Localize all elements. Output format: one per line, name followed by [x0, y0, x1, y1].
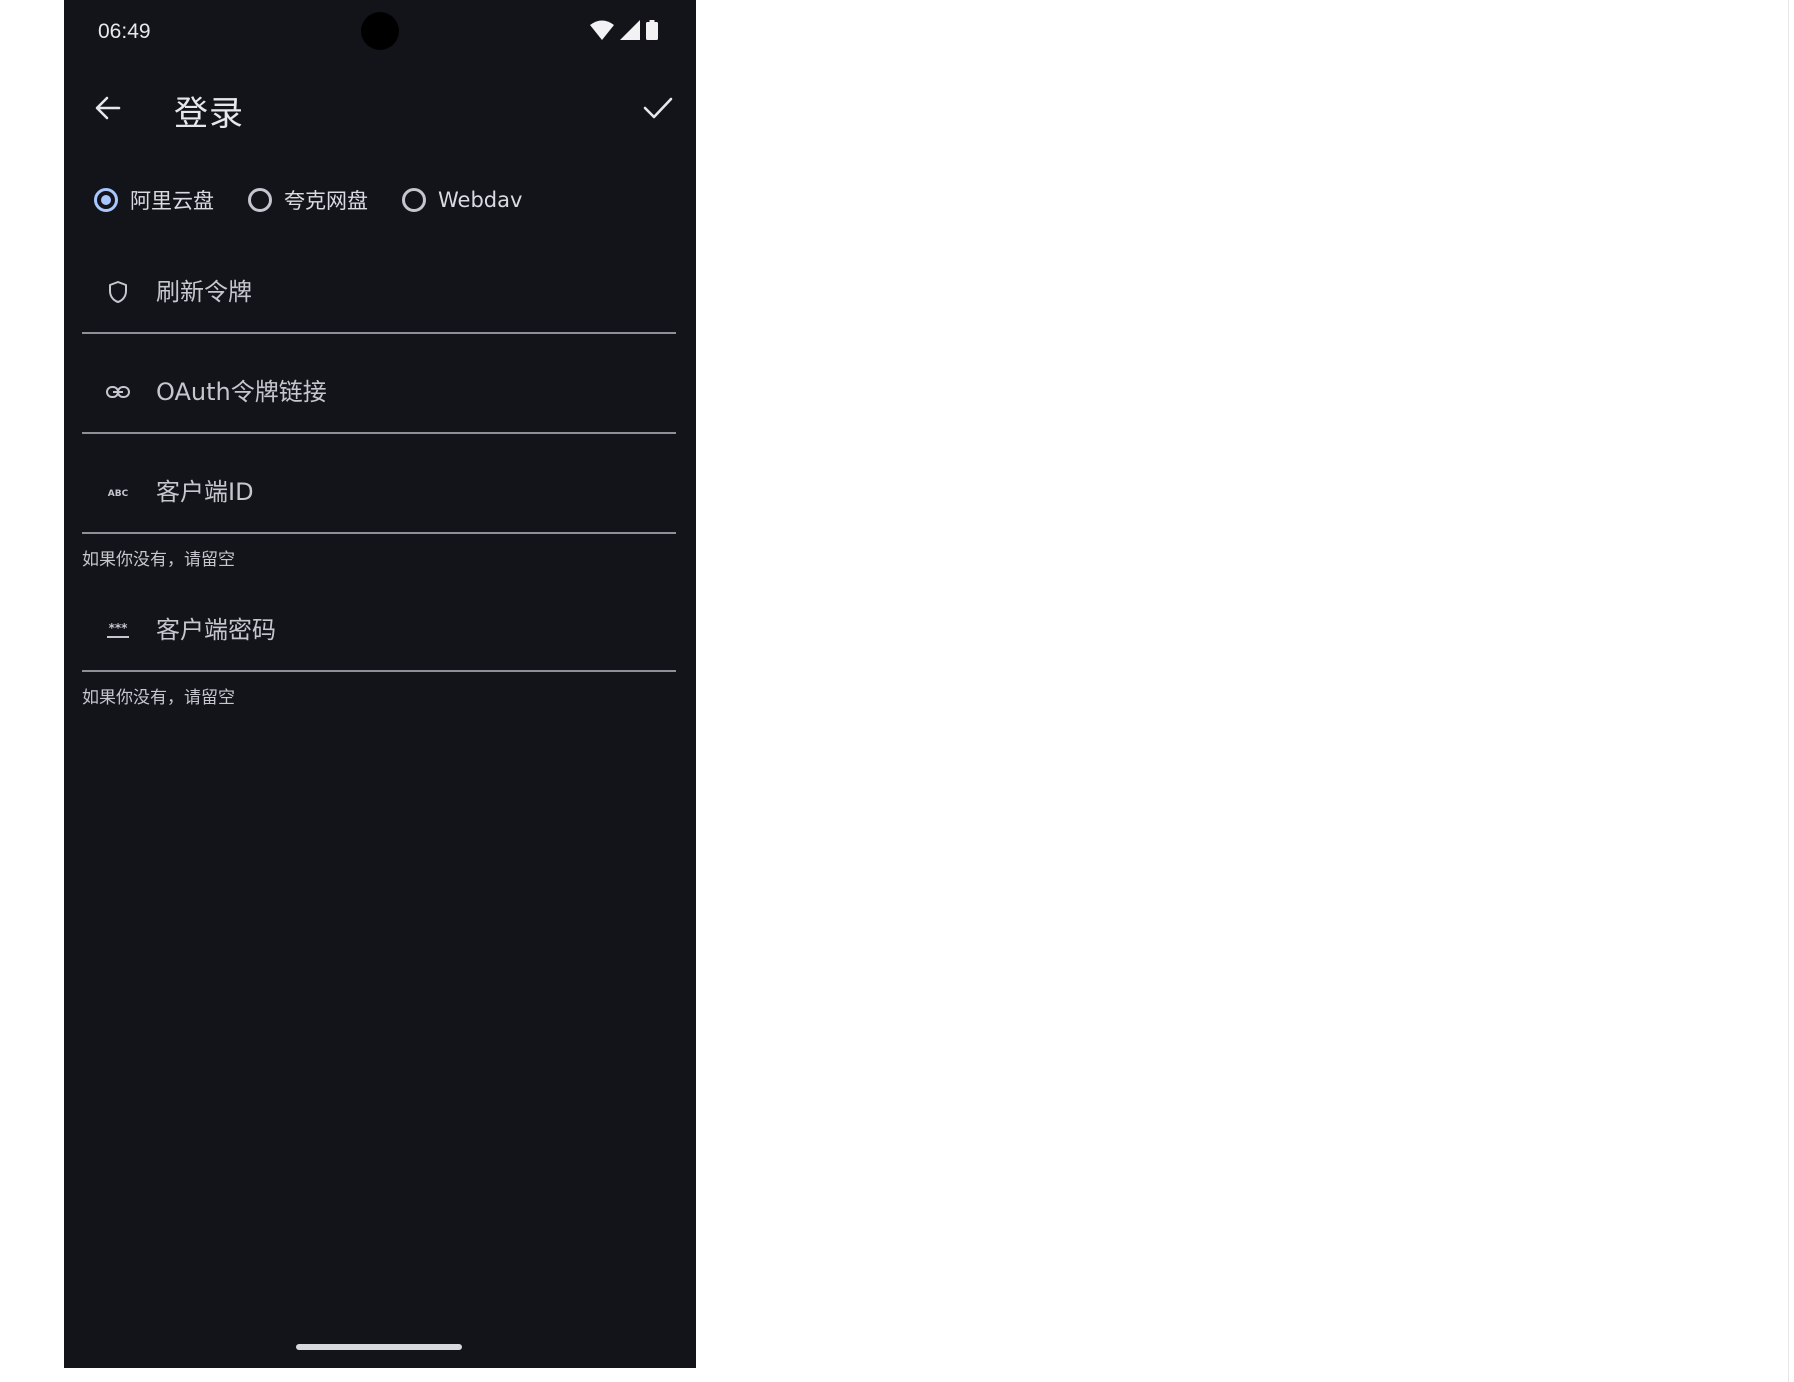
- check-icon: [643, 97, 673, 119]
- cell-signal-icon: [620, 20, 640, 40]
- client-secret-input[interactable]: [156, 608, 656, 652]
- refresh-token-input[interactable]: [156, 270, 656, 314]
- arrow-left-icon: [95, 96, 121, 120]
- link-icon: [104, 378, 132, 406]
- radio-option-quark[interactable]: 夸克网盘: [238, 185, 368, 215]
- home-indicator[interactable]: [296, 1344, 462, 1350]
- page-title: 登录: [174, 94, 244, 134]
- svg-text:***: ***: [109, 621, 129, 635]
- client-secret-field: ***: [82, 590, 676, 672]
- page-edge-line: [1788, 0, 1789, 1382]
- abc-icon: ABC: [104, 478, 132, 506]
- radio-option-webdav[interactable]: Webdav: [392, 188, 522, 212]
- oauth-link-field: [82, 352, 676, 434]
- radio-label: 阿里云盘: [130, 189, 214, 213]
- radio-label: 夸克网盘: [284, 189, 368, 213]
- radio-button[interactable]: [402, 188, 426, 212]
- radio-label: Webdav: [438, 188, 523, 212]
- client-id-field: ABC: [82, 452, 676, 534]
- app-bar: 登录: [64, 64, 696, 152]
- back-button[interactable]: [84, 84, 132, 132]
- radio-option-aliyun[interactable]: 阿里云盘: [84, 185, 214, 215]
- front-camera-cutout: [361, 12, 399, 50]
- client-id-helper-text: 如果你没有，请留空: [82, 550, 235, 570]
- radio-button[interactable]: [248, 188, 272, 212]
- login-type-radio-group: 阿里云盘 夸克网盘 Webdav: [84, 172, 546, 228]
- password-icon: ***: [104, 616, 132, 644]
- oauth-link-input[interactable]: [156, 370, 656, 414]
- svg-text:ABC: ABC: [108, 489, 129, 499]
- status-icons: [590, 20, 658, 40]
- refresh-token-field: [82, 252, 676, 334]
- status-bar: 06:49: [64, 0, 696, 64]
- shield-icon: [104, 278, 132, 306]
- status-time: 06:49: [98, 20, 151, 43]
- wifi-icon: [590, 20, 614, 40]
- confirm-button[interactable]: [634, 84, 682, 132]
- radio-button-checked[interactable]: [94, 188, 118, 212]
- phone-screen: 06:49 登录 阿里云盘 夸克网盘 Webdav 刷新令牌 OAuth令牌链接…: [64, 0, 696, 1368]
- client-secret-helper-text: 如果你没有，请留空: [82, 688, 235, 708]
- client-id-input[interactable]: [156, 470, 656, 514]
- battery-icon: [646, 20, 658, 40]
